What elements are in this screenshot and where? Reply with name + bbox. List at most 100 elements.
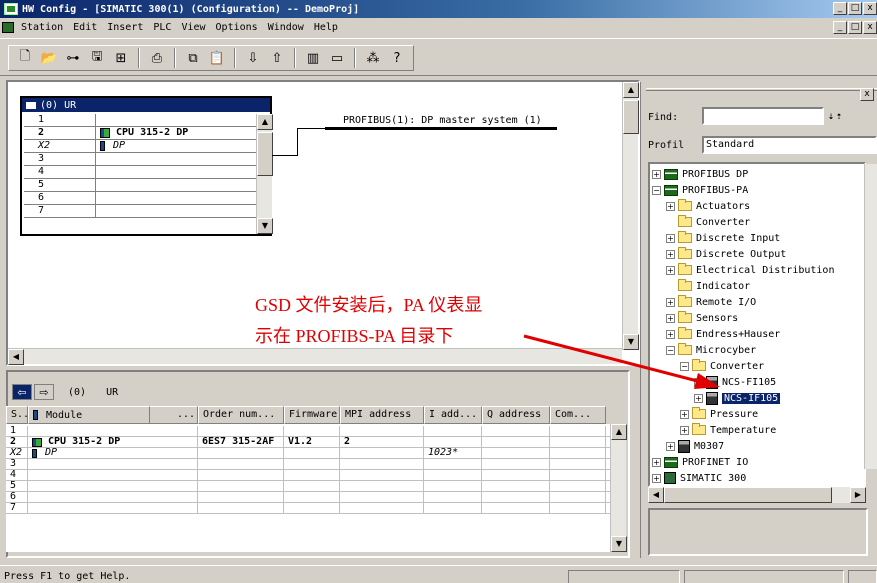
col-more[interactable]: ... <box>150 406 198 424</box>
document-icon[interactable] <box>2 22 14 33</box>
expand-icon[interactable]: + <box>666 233 675 243</box>
rack-window[interactable]: (0) UR 1 2 CPU 315-2 DP X2 DP 3 4 5 6 7 ▲ ▼ <box>20 96 273 236</box>
expand-icon[interactable]: + <box>652 457 661 467</box>
table-scroll-down[interactable]: ▼ <box>611 536 627 552</box>
table-row[interactable]: 7 <box>6 503 620 514</box>
catalog-grip[interactable] <box>646 88 877 91</box>
profile-select[interactable]: Standard <box>702 136 877 154</box>
table-row[interactable]: 6 <box>6 492 620 503</box>
table-row[interactable]: X2 DP 1023* <box>6 448 620 459</box>
copy-icon[interactable]: ⧉ <box>183 48 203 68</box>
expand-icon[interactable]: + <box>680 425 689 435</box>
help-context-icon[interactable]: ? <box>387 48 407 68</box>
tree-node[interactable]: + PROFIBUS DP <box>652 166 748 182</box>
find-down-icon[interactable]: ⇣ <box>828 111 834 122</box>
print-icon[interactable]: ⎙ <box>147 48 167 68</box>
catalog-close-button[interactable]: x <box>860 88 874 101</box>
col-i-address[interactable]: I add... <box>424 406 482 424</box>
table-row[interactable]: 1 <box>6 426 620 437</box>
table-row[interactable]: 3 <box>6 459 620 470</box>
expand-icon[interactable]: + <box>652 473 661 483</box>
close-button[interactable]: x <box>863 2 877 15</box>
rack-title-bar[interactable]: (0) UR <box>22 98 270 112</box>
scroll-up-button[interactable]: ▲ <box>623 82 639 98</box>
col-module[interactable]: Module <box>28 406 150 424</box>
tree-node[interactable]: + PROFINET IO <box>652 454 748 470</box>
menu-help[interactable]: Help <box>309 22 343 33</box>
table-vscroll[interactable]: ▲ ▼ <box>610 424 627 552</box>
tree-node[interactable]: + NCS-IF105 <box>694 390 781 406</box>
tree-scroll-left[interactable]: ◀ <box>648 487 664 503</box>
menu-window[interactable]: Window <box>263 22 309 33</box>
rack-slot-row[interactable]: 5 <box>24 179 256 192</box>
menu-station[interactable]: Station <box>16 22 68 33</box>
station-vscroll[interactable]: ▲ ▼ <box>622 82 639 350</box>
rack-scroll-thumb[interactable] <box>257 132 273 176</box>
accessible-nodes-icon[interactable]: ⊶ <box>63 48 83 68</box>
rack-slot-row[interactable]: X2 DP <box>24 140 256 153</box>
view-icon[interactable]: ▭ <box>327 48 347 68</box>
tree-node[interactable]: − PROFIBUS-PA <box>652 182 748 198</box>
table-row[interactable]: 2 CPU 315-2 DP 6ES7 315-2AF V1.2 2 <box>6 437 620 448</box>
scroll-thumb[interactable] <box>623 100 639 134</box>
table-row[interactable]: 5 <box>6 481 620 492</box>
rack-vscroll[interactable]: ▲ ▼ <box>256 114 273 234</box>
mdi-restore-button[interactable]: □ <box>848 21 862 34</box>
col-order-number[interactable]: Order num... <box>198 406 284 424</box>
rack-slot-row[interactable]: 2 CPU 315-2 DP <box>24 127 256 140</box>
expand-icon[interactable]: + <box>680 409 689 419</box>
menu-edit[interactable]: Edit <box>68 22 102 33</box>
paste-icon[interactable]: 📋 <box>207 48 227 68</box>
expand-icon[interactable]: + <box>666 201 675 211</box>
find-input[interactable] <box>702 107 824 125</box>
rack-scroll-down[interactable]: ▼ <box>257 218 273 234</box>
hardware-catalog-icon[interactable]: ▥ <box>303 48 323 68</box>
col-q-address[interactable]: Q address <box>482 406 550 424</box>
collapse-icon[interactable]: − <box>652 185 661 195</box>
menu-insert[interactable]: Insert <box>102 22 148 33</box>
maximize-button[interactable]: □ <box>848 2 862 15</box>
tree-node[interactable]: + Electrical Distribution <box>666 262 834 278</box>
mdi-minimize-button[interactable]: _ <box>833 21 847 34</box>
rack-slot-row[interactable]: 1 <box>24 114 256 127</box>
tree-node[interactable]: + Discrete Output <box>666 246 786 262</box>
tree-scroll-right[interactable]: ▶ <box>850 487 866 503</box>
open-icon[interactable]: 📂 <box>39 48 59 68</box>
tree-node[interactable]: + M0307 <box>666 438 724 454</box>
tree-node[interactable]: Converter <box>666 214 750 230</box>
expand-icon[interactable]: + <box>666 441 675 451</box>
rack-slot-row[interactable]: 3 <box>24 153 256 166</box>
col-firmware[interactable]: Firmware <box>284 406 340 424</box>
expand-icon[interactable]: + <box>666 249 675 259</box>
tree-hscroll[interactable]: ◀ ▶ <box>648 487 866 503</box>
table-row[interactable]: 4 <box>6 470 620 481</box>
tree-node[interactable]: + Pressure <box>680 406 758 422</box>
expand-icon[interactable]: + <box>666 265 675 275</box>
mdi-close-button[interactable]: x <box>863 21 877 34</box>
next-rack-button[interactable]: ⇨ <box>34 384 54 400</box>
col-slot[interactable]: S... <box>6 406 28 424</box>
save-icon[interactable]: 🖫 <box>87 48 107 68</box>
tree-node[interactable]: + Remote I/O <box>666 294 756 310</box>
new-icon[interactable]: 🗋 <box>15 48 35 68</box>
col-mpi-address[interactable]: MPI address <box>340 406 424 424</box>
tree-node[interactable]: Indicator <box>666 278 750 294</box>
tree-node[interactable]: + SIMATIC 300 <box>652 470 746 485</box>
scroll-left-button[interactable]: ◀ <box>8 349 24 365</box>
rack-slot-row[interactable]: 4 <box>24 166 256 179</box>
menu-view[interactable]: View <box>176 22 210 33</box>
rack-slot-row[interactable]: 7 <box>24 205 256 218</box>
find-up-icon[interactable]: ⇡ <box>836 111 842 122</box>
tree-scroll-thumb[interactable] <box>664 487 832 503</box>
tree-node[interactable]: + Temperature <box>680 422 776 438</box>
menu-plc[interactable]: PLC <box>148 22 176 33</box>
col-comment[interactable]: Com... <box>550 406 606 424</box>
upload-icon[interactable]: ⇧ <box>267 48 287 68</box>
tree-vscroll[interactable] <box>864 164 877 469</box>
title-bar[interactable]: HW Config - [SIMATIC 300(1) (Configurati… <box>0 0 877 18</box>
rack-slot-row[interactable]: 6 <box>24 192 256 205</box>
menu-options[interactable]: Options <box>211 22 263 33</box>
expand-icon[interactable]: + <box>652 169 661 179</box>
table-scroll-up[interactable]: ▲ <box>611 424 627 440</box>
expand-icon[interactable]: + <box>694 393 703 403</box>
